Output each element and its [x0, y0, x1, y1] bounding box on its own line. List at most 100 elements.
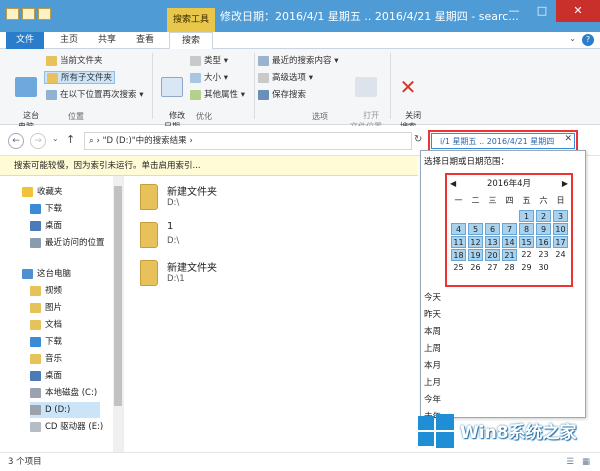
- result-item[interactable]: 新建文件夹 D:\1: [140, 258, 380, 292]
- index-info-bar[interactable]: 搜索可能较慢，因为索引未运行。单击启用索引...: [0, 156, 418, 176]
- refresh-icon[interactable]: ↻: [414, 134, 422, 145]
- up-button[interactable]: ↑: [66, 133, 75, 146]
- calendar-day[interactable]: 16: [536, 236, 551, 248]
- download-icon: [30, 203, 41, 214]
- calendar-day[interactable]: 15: [519, 236, 534, 248]
- minimize-button[interactable]: —: [500, 0, 528, 22]
- large-icons-view-icon[interactable]: ▦: [582, 453, 590, 471]
- size-button[interactable]: 大小 ▾: [190, 72, 228, 85]
- calendar-day[interactable]: 19: [468, 249, 483, 261]
- calendar-day[interactable]: 4: [451, 223, 466, 235]
- quick-date-option[interactable]: 本周: [424, 325, 441, 337]
- calendar-day[interactable]: 14: [502, 236, 517, 248]
- nav-desktop-pc[interactable]: 桌面: [30, 368, 62, 384]
- nav-cd-e[interactable]: CD 驱动器 (E:): [30, 419, 103, 435]
- calendar-day[interactable]: 11: [451, 236, 466, 248]
- nav-scrollbar-thumb[interactable]: [114, 186, 122, 406]
- nav-recent[interactable]: 最近访问的位置: [30, 235, 105, 251]
- download-icon: [30, 336, 41, 347]
- current-folder-button[interactable]: 当前文件夹: [46, 55, 103, 68]
- calendar-day[interactable]: 5: [468, 223, 483, 235]
- result-item[interactable]: 新建文件夹 D:\: [140, 182, 380, 216]
- calendar-day[interactable]: 27: [485, 262, 500, 274]
- calendar-day[interactable]: 18: [451, 249, 466, 261]
- tab-share[interactable]: 共享: [90, 32, 124, 49]
- ribbon: 这台 电脑 当前文件夹 所有子文件夹 在以下位置再次搜索 ▾ 位置 修改 日期 …: [0, 49, 600, 131]
- nav-scrollbar[interactable]: [113, 176, 123, 452]
- recent-searches-button[interactable]: 最近的搜索内容 ▾: [258, 55, 338, 68]
- nav-music[interactable]: 音乐: [30, 351, 62, 367]
- advanced-options-button[interactable]: 高级选项 ▾: [258, 72, 313, 85]
- calendar-day[interactable]: 9: [536, 223, 551, 235]
- calendar-day[interactable]: 1: [519, 210, 534, 222]
- calendar-day[interactable]: 17: [553, 236, 568, 248]
- nav-this-pc[interactable]: 这台电脑: [22, 266, 71, 282]
- calendar-day[interactable]: 10: [553, 223, 568, 235]
- tab-search[interactable]: 搜索: [169, 32, 213, 50]
- calendar-day[interactable]: 2: [536, 210, 551, 222]
- calendar-day[interactable]: 22: [519, 249, 534, 261]
- weekday-label: 三: [488, 196, 497, 205]
- quick-access-toolbar[interactable]: [6, 8, 86, 24]
- recent-locations-icon[interactable]: ⌄: [52, 134, 59, 143]
- other-properties-button[interactable]: 其他属性 ▾: [190, 89, 245, 102]
- calendar-day[interactable]: 12: [468, 236, 483, 248]
- forward-button[interactable]: →: [30, 133, 46, 149]
- kind-button[interactable]: 类型 ▾: [190, 55, 228, 68]
- nav-videos[interactable]: 视频: [30, 283, 62, 299]
- calendar-day[interactable]: 13: [485, 236, 500, 248]
- next-month-icon[interactable]: ▶: [562, 178, 568, 190]
- calendar-day[interactable]: 23: [536, 249, 551, 261]
- details-view-icon[interactable]: ☰: [566, 453, 574, 471]
- chevron-down-icon[interactable]: ⌄: [569, 34, 576, 43]
- nav-downloads-pc[interactable]: 下载: [30, 334, 62, 350]
- nav-desktop[interactable]: 桌面: [30, 218, 62, 234]
- close-button[interactable]: ✕: [556, 0, 600, 22]
- refine-group-label: 优化: [196, 112, 212, 121]
- search-input[interactable]: i/1 星期五 .. 2016/4/21 星期四: [431, 133, 575, 149]
- nav-drive-d[interactable]: D (D:): [30, 402, 101, 418]
- calendar-day[interactable]: 7: [502, 223, 517, 235]
- nav-downloads[interactable]: 下载: [30, 201, 62, 217]
- nav-documents[interactable]: 文档: [30, 317, 62, 333]
- calendar-day[interactable]: 24: [553, 249, 568, 261]
- quick-date-option[interactable]: 上月: [424, 376, 441, 388]
- calendar-day[interactable]: 26: [468, 262, 483, 274]
- calendar-day[interactable]: 30: [536, 262, 551, 274]
- weekday-label: 四: [505, 196, 514, 205]
- maximize-button[interactable]: □: [528, 0, 556, 22]
- documents-folder-icon: [30, 319, 41, 330]
- quick-date-option[interactable]: 本月: [424, 359, 441, 371]
- quick-date-option[interactable]: 上周: [424, 342, 441, 354]
- back-button[interactable]: ←: [8, 133, 24, 149]
- nav-drive-c[interactable]: 本地磁盘 (C:): [30, 385, 97, 401]
- quick-date-option[interactable]: 今年: [424, 393, 441, 405]
- watermark: Win8系统之家: [418, 412, 600, 452]
- calendar-day[interactable]: 28: [502, 262, 517, 274]
- tab-file[interactable]: 文件: [6, 32, 44, 49]
- quick-date-option[interactable]: 昨天: [424, 308, 441, 320]
- tab-home[interactable]: 主页: [52, 32, 86, 49]
- calendar-day[interactable]: 6: [485, 223, 500, 235]
- prev-month-icon[interactable]: ◀: [450, 178, 456, 190]
- calendar-day[interactable]: 8: [519, 223, 534, 235]
- quick-date-option[interactable]: 今天: [424, 291, 441, 303]
- save-icon: [258, 89, 269, 100]
- nav-favorites[interactable]: 收藏夹: [22, 184, 63, 200]
- help-icon[interactable]: ?: [582, 34, 594, 46]
- recent-icon: [30, 237, 41, 248]
- save-search-button[interactable]: 保存搜索: [258, 89, 306, 102]
- close-icon: ✕: [399, 75, 417, 99]
- tab-view[interactable]: 查看: [128, 32, 162, 49]
- calendar-day[interactable]: 25: [451, 262, 466, 274]
- result-item[interactable]: 1 D:\: [140, 220, 380, 254]
- calendar-day[interactable]: 3: [553, 210, 568, 222]
- calendar-day[interactable]: 20: [485, 249, 500, 261]
- all-subfolders-button[interactable]: 所有子文件夹: [44, 71, 116, 84]
- clear-search-icon[interactable]: ✕: [564, 134, 572, 144]
- search-again-button[interactable]: 在以下位置再次搜索 ▾: [46, 89, 143, 102]
- calendar-day[interactable]: 29: [519, 262, 534, 274]
- calendar-day[interactable]: 21: [502, 249, 517, 261]
- nav-pictures[interactable]: 图片: [30, 300, 62, 316]
- address-path[interactable]: ⌕ › "D (D:)"中的搜索结果 ›: [84, 132, 412, 150]
